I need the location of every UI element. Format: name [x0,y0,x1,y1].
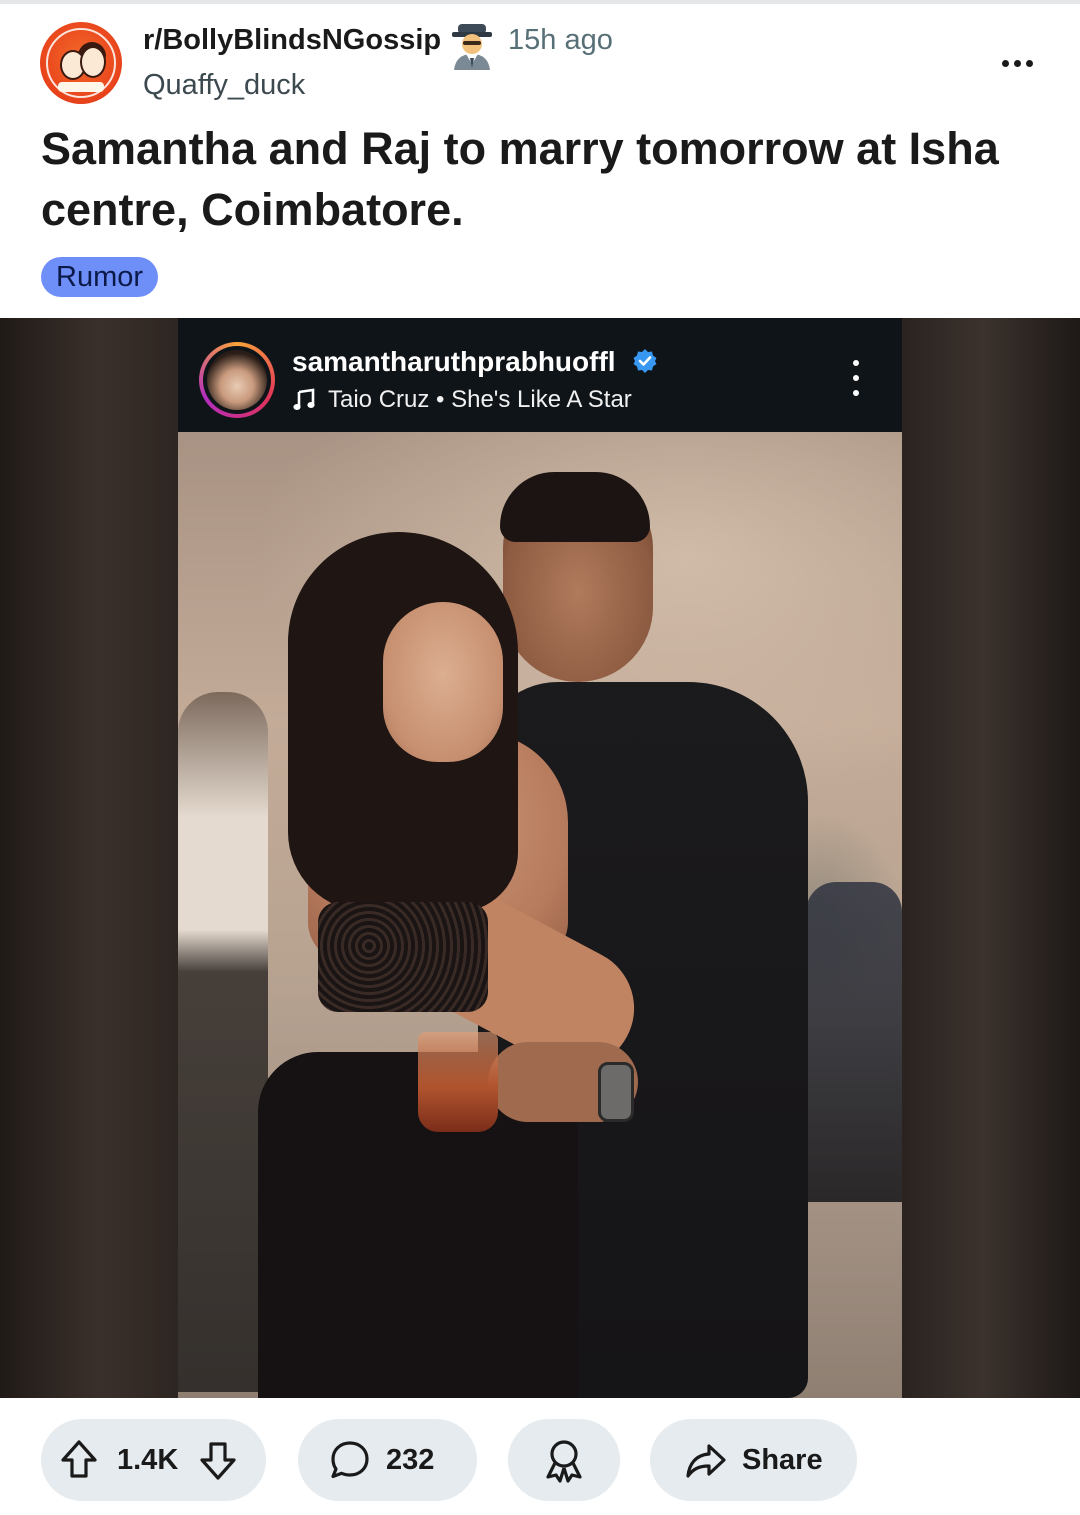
verified-badge-icon [633,349,657,373]
photo-drink [418,1032,498,1132]
share-button[interactable]: Share [650,1419,857,1501]
photo-man-hair [500,472,650,542]
award-button[interactable] [508,1419,620,1501]
photo-background-person-left [178,692,268,1392]
post-header: r/BollyBlindsNGossip 15h ago Quaffy_duck… [0,4,1080,318]
flair-badge[interactable]: Rumor [41,257,159,297]
photo-background-person-right [806,882,902,1202]
avatar-photo [207,350,267,410]
photo-woman-lace-top [318,902,488,1012]
share-arrow-icon [686,1444,726,1478]
instagram-username[interactable]: samantharuthprabhuoffl [292,346,616,378]
music-note-icon [293,388,315,410]
instagram-song: Taio Cruz • She's Like A Star [328,386,632,413]
award-ribbon-icon [546,1440,582,1483]
post-action-bar: 1.4K 232 Share [0,1398,1080,1515]
comment-count: 232 [386,1443,435,1476]
dot [1025,59,1033,67]
photo-woman-face [383,602,503,762]
avatar-face-right [80,46,106,78]
share-label: Share [742,1443,823,1476]
media-blur-left [0,318,178,1398]
speech-bubble-icon [331,1441,369,1479]
embedded-photo[interactable] [178,432,902,1398]
dot [853,375,859,381]
post-time: 15h ago [508,24,613,56]
detective-emoji-icon [452,24,492,70]
vote-group: 1.4K [41,1419,266,1501]
dot [1001,59,1009,67]
vote-count: 1.4K [117,1443,179,1476]
more-horizontal-icon[interactable] [996,48,1038,78]
more-vertical-icon[interactable] [848,360,864,396]
arrow-down-icon[interactable] [198,1438,238,1482]
arrow-up-icon[interactable] [59,1438,99,1482]
instagram-header: samantharuthprabhuoffl Taio Cruz • She's… [178,318,902,432]
avatar-banner [58,82,104,92]
dot [1013,59,1021,67]
instagram-avatar[interactable] [199,342,275,418]
subreddit-name[interactable]: r/BollyBlindsNGossip [143,24,441,57]
media-blur-right [902,318,1080,1398]
subreddit-avatar[interactable] [40,22,122,104]
dot [853,390,859,396]
post-title[interactable]: Samantha and Raj to marry tomorrow at Is… [41,118,1031,240]
post-media[interactable]: samantharuthprabhuoffl Taio Cruz • She's… [0,318,1080,1398]
post-author[interactable]: Quaffy_duck [143,69,305,102]
comments-button[interactable]: 232 [298,1419,477,1501]
photo-watch [598,1062,634,1122]
dot [853,360,859,366]
